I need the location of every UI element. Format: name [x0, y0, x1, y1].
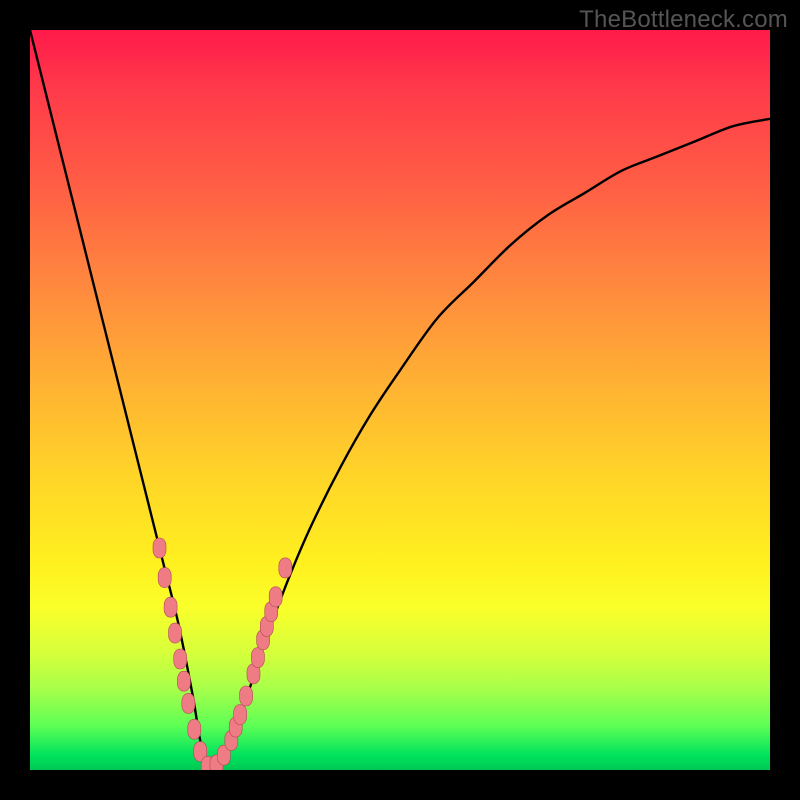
plot-area: [30, 30, 770, 770]
marker-point: [279, 558, 292, 578]
curve-layer: [30, 30, 770, 770]
marker-point: [188, 719, 201, 739]
marker-point: [169, 623, 182, 643]
bottleneck-curve: [30, 30, 770, 770]
marker-group: [153, 538, 292, 770]
marker-point: [153, 538, 166, 558]
marker-point: [174, 649, 187, 669]
marker-point: [240, 686, 253, 706]
marker-point: [182, 693, 195, 713]
marker-point: [269, 587, 282, 607]
marker-point: [251, 648, 264, 668]
marker-point: [158, 568, 171, 588]
marker-point: [177, 671, 190, 691]
chart-frame: TheBottleneck.com: [0, 0, 800, 800]
marker-point: [234, 705, 247, 725]
marker-point: [164, 597, 177, 617]
